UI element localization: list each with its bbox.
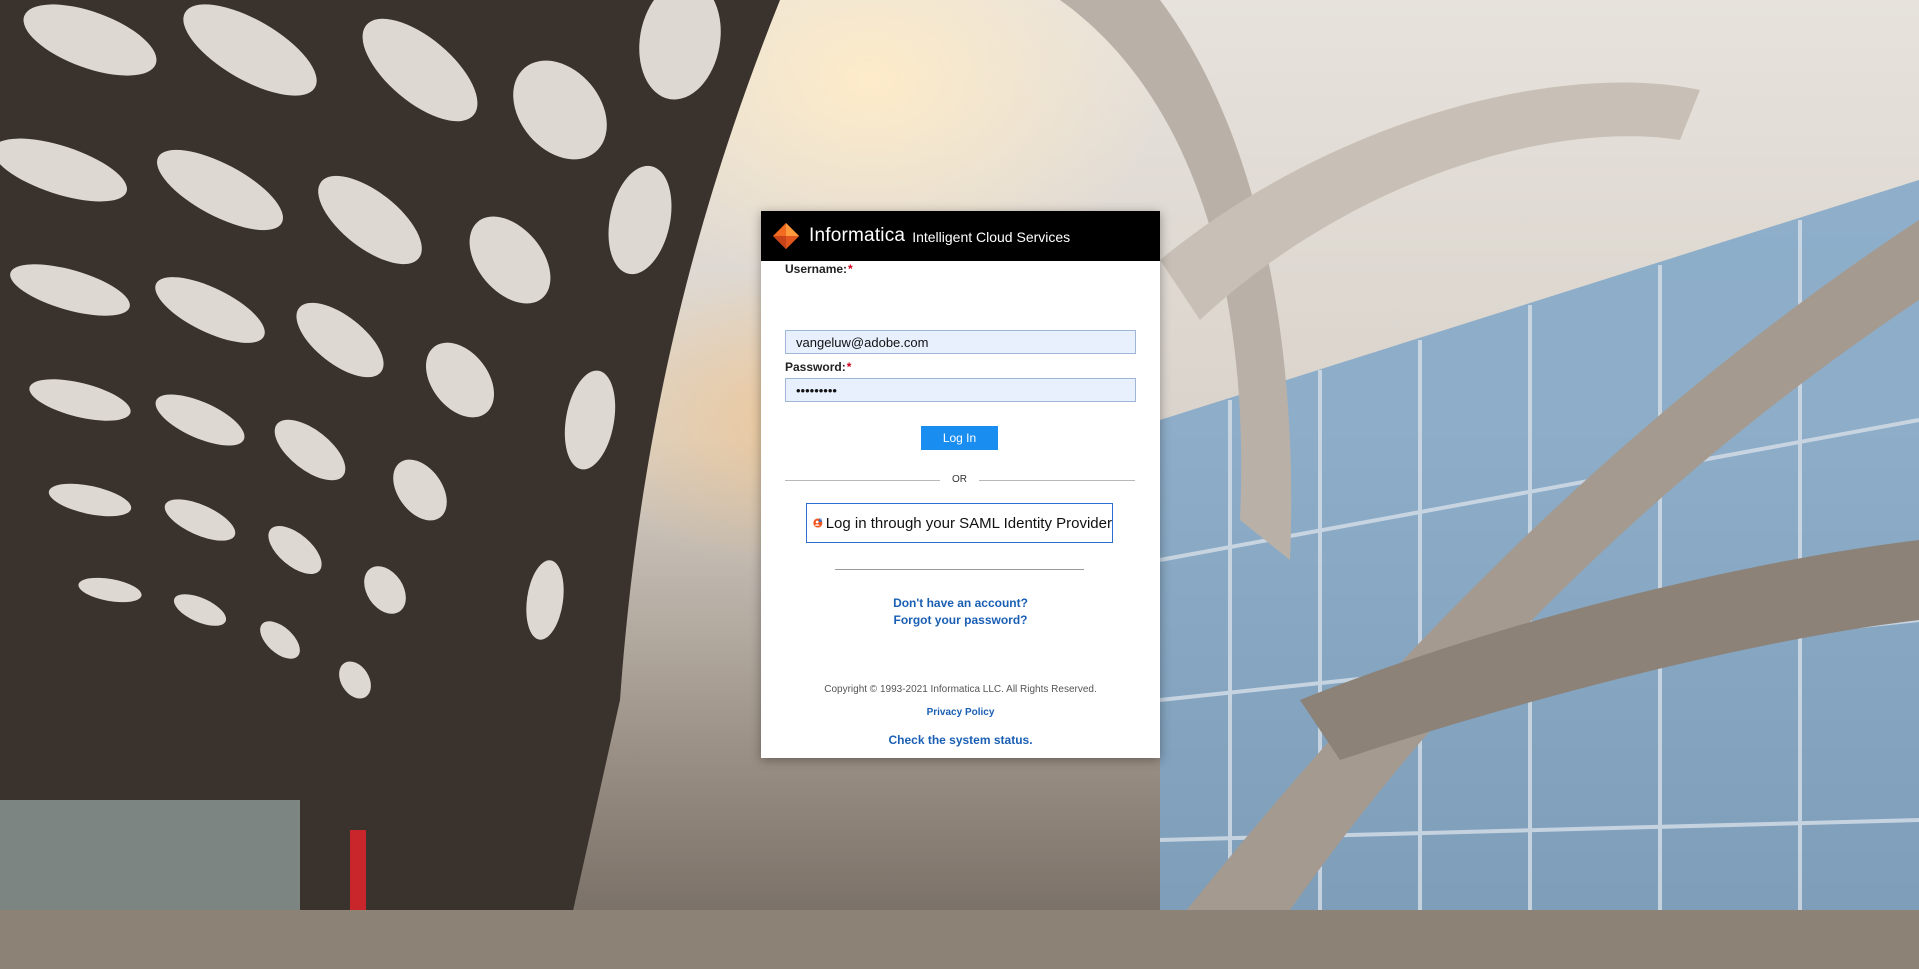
- password-input[interactable]: [785, 378, 1136, 402]
- required-marker: *: [846, 360, 852, 374]
- card-header: Informatica Intelligent Cloud Services: [761, 211, 1160, 261]
- saml-login-label: Log in through your SAML Identity Provid…: [825, 514, 1112, 532]
- signup-link[interactable]: Don't have an account?: [761, 596, 1160, 610]
- forgot-password-link[interactable]: Forgot your password?: [761, 613, 1160, 627]
- password-label: Password:*: [785, 360, 851, 374]
- or-divider-left: [785, 480, 940, 481]
- privacy-policy-link[interactable]: Privacy Policy: [761, 707, 1160, 718]
- saml-user-lock-icon: [813, 517, 823, 528]
- informatica-logo-icon: [773, 223, 799, 249]
- username-label: Username:*: [785, 262, 853, 276]
- required-marker: *: [848, 262, 853, 276]
- copyright-text: Copyright © 1993-2021 Informatica LLC. A…: [824, 684, 1097, 695]
- login-button[interactable]: Log In: [921, 426, 998, 450]
- product-name: Intelligent Cloud Services: [912, 229, 1071, 245]
- system-status-link[interactable]: Check the system status.: [761, 733, 1160, 747]
- brand-name: Informatica: [809, 225, 906, 246]
- username-input[interactable]: [785, 330, 1136, 354]
- password-label-text: Password:: [785, 360, 846, 374]
- saml-login-button[interactable]: Log in through your SAML Identity Provid…: [806, 503, 1113, 543]
- username-label-text: Username:: [785, 262, 848, 276]
- or-divider-right: [979, 480, 1135, 481]
- section-divider: [835, 569, 1084, 570]
- or-separator: OR: [952, 474, 967, 485]
